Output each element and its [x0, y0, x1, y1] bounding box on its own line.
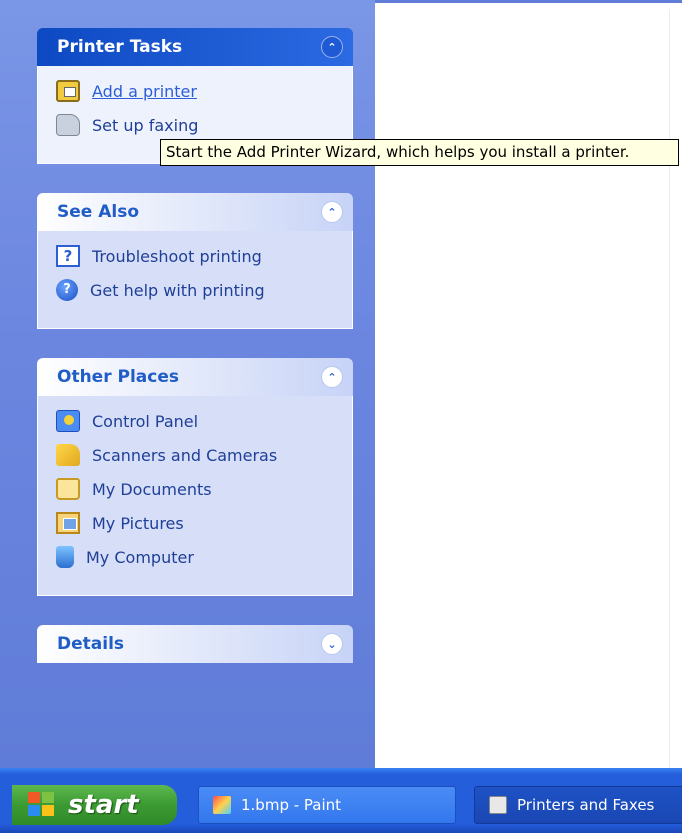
printer-icon: [489, 796, 507, 814]
get-help-printing-link[interactable]: ? Get help with printing: [56, 273, 352, 307]
my-computer-link[interactable]: My Computer: [56, 540, 352, 574]
scanner-icon: [56, 444, 80, 466]
collapse-chevron-icon[interactable]: ⌃: [321, 366, 343, 388]
control-panel-link[interactable]: Control Panel: [56, 404, 352, 438]
taskbar: start 1.bmp - Paint Printers and Faxes: [0, 768, 682, 833]
my-computer-label[interactable]: My Computer: [86, 548, 194, 567]
collapse-chevron-icon[interactable]: ⌃: [321, 201, 343, 223]
add-a-printer-label[interactable]: Add a printer: [92, 82, 197, 101]
my-documents-link[interactable]: My Documents: [56, 472, 352, 506]
other-places-panel: Other Places ⌃ Control Panel Scanners an…: [37, 358, 353, 596]
my-pictures-link[interactable]: My Pictures: [56, 506, 352, 540]
pictures-icon: [56, 512, 80, 534]
add-a-printer-link[interactable]: Add a printer: [56, 74, 352, 108]
computer-icon: [56, 546, 74, 568]
scanners-cameras-link[interactable]: Scanners and Cameras: [56, 438, 352, 472]
add-printer-icon: [56, 80, 80, 102]
add-printer-tooltip: Start the Add Printer Wizard, which help…: [160, 139, 679, 166]
other-places-header[interactable]: Other Places ⌃: [37, 358, 353, 396]
other-places-body: Control Panel Scanners and Cameras My Do…: [37, 396, 353, 596]
expand-chevron-icon[interactable]: ⌄: [321, 633, 343, 655]
my-pictures-label[interactable]: My Pictures: [92, 514, 184, 533]
see-also-panel: See Also ⌃ ? Troubleshoot printing ? Get…: [37, 193, 353, 329]
set-up-faxing-link[interactable]: Set up faxing: [56, 108, 352, 142]
task-pane: Printer Tasks ⌃ Add a printer Set up fax…: [0, 0, 375, 768]
control-panel-icon: [56, 410, 80, 432]
troubleshoot-printing-label[interactable]: Troubleshoot printing: [92, 247, 262, 266]
printer-tasks-header[interactable]: Printer Tasks ⌃: [37, 28, 353, 66]
fax-icon: [56, 114, 80, 136]
my-documents-label[interactable]: My Documents: [92, 480, 212, 499]
get-help-printing-label[interactable]: Get help with printing: [90, 281, 265, 300]
see-also-body: ? Troubleshoot printing ? Get help with …: [37, 231, 353, 329]
taskbar-printers-label: Printers and Faxes: [517, 796, 655, 814]
other-places-title: Other Places: [57, 367, 179, 387]
details-panel: Details ⌄: [37, 625, 353, 663]
taskbar-paint-label: 1.bmp - Paint: [241, 796, 342, 814]
control-panel-label[interactable]: Control Panel: [92, 412, 198, 431]
see-also-title: See Also: [57, 202, 140, 222]
question-icon: ?: [56, 245, 80, 267]
content-divider: [669, 9, 670, 768]
paint-icon: [213, 796, 231, 814]
troubleshoot-printing-link[interactable]: ? Troubleshoot printing: [56, 239, 352, 273]
details-header[interactable]: Details ⌄: [37, 625, 353, 663]
taskbar-button-paint[interactable]: 1.bmp - Paint: [198, 786, 456, 824]
collapse-chevron-icon[interactable]: ⌃: [321, 36, 343, 58]
taskbar-button-printers[interactable]: Printers and Faxes: [474, 786, 682, 824]
see-also-header[interactable]: See Also ⌃: [37, 193, 353, 231]
windows-logo-icon: [28, 792, 58, 818]
help-icon: ?: [56, 279, 78, 301]
printer-tasks-title: Printer Tasks: [57, 37, 183, 57]
start-label: start: [68, 790, 139, 820]
folder-icon: [56, 478, 80, 500]
start-button[interactable]: start: [12, 785, 177, 825]
set-up-faxing-label[interactable]: Set up faxing: [92, 116, 198, 135]
scanners-cameras-label[interactable]: Scanners and Cameras: [92, 446, 277, 465]
content-area: [375, 0, 682, 768]
details-title: Details: [57, 634, 125, 654]
